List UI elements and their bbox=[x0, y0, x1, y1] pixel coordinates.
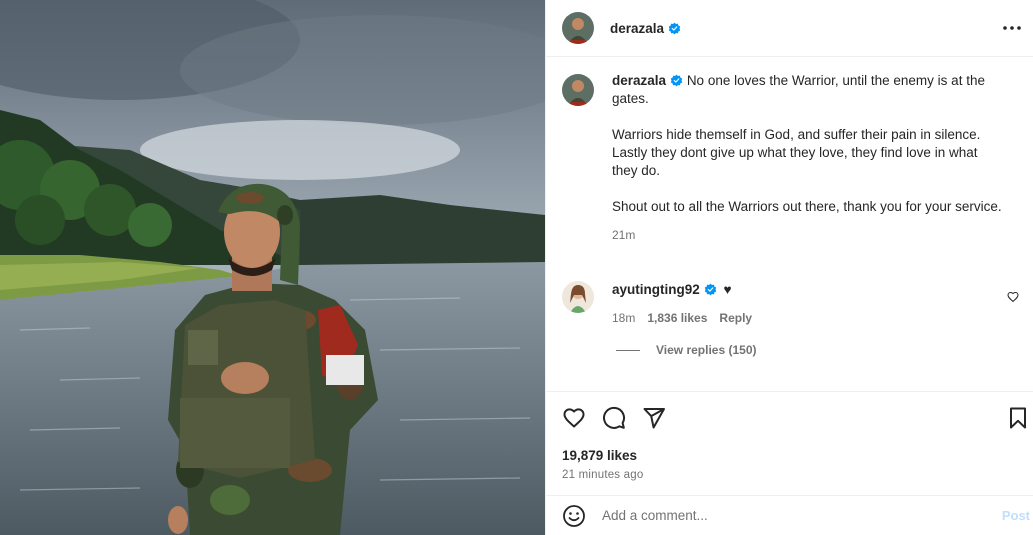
heart-icon[interactable] bbox=[562, 406, 586, 430]
comment-text: ♥ bbox=[723, 282, 732, 297]
caption-timestamp[interactable]: 21m bbox=[612, 226, 1006, 244]
post-header: derazala bbox=[546, 0, 1033, 57]
caption-paragraph-1: derazala No one loves the Warrior, until… bbox=[612, 72, 1006, 108]
caption-author-avatar[interactable] bbox=[562, 74, 594, 106]
caption-line-1: No one loves the Warrior, until the enem… bbox=[612, 73, 985, 106]
caption-author-username[interactable]: derazala bbox=[612, 73, 666, 88]
comment-reply-button[interactable]: Reply bbox=[719, 309, 752, 327]
post-actions-area: 19,879 likes 21 minutes ago bbox=[546, 391, 1033, 495]
caption-text: derazala No one loves the Warrior, until… bbox=[612, 72, 1006, 244]
more-options-icon[interactable] bbox=[1000, 16, 1024, 40]
verified-badge-icon bbox=[670, 74, 683, 87]
view-replies-button[interactable]: View replies (150) bbox=[616, 343, 757, 357]
comment-timestamp[interactable]: 18m bbox=[612, 309, 635, 327]
verified-badge-icon bbox=[668, 22, 681, 34]
verified-badge-icon bbox=[704, 283, 716, 296]
commenter-username[interactable]: ayutingting92 bbox=[612, 282, 700, 297]
author-avatar[interactable] bbox=[562, 12, 594, 44]
caption-paragraph-3: Shout out to all the Warriors out there,… bbox=[612, 199, 1002, 214]
post-image bbox=[0, 0, 545, 535]
comment-icon[interactable] bbox=[602, 406, 626, 430]
view-replies-label: View replies (150) bbox=[656, 343, 757, 357]
caption-paragraph-2: Warriors hide themself in God, and suffe… bbox=[612, 127, 981, 178]
post-photo[interactable] bbox=[0, 0, 545, 535]
comment-likes[interactable]: 1,836 likes bbox=[647, 309, 707, 327]
post-caption: derazala No one loves the Warrior, until… bbox=[562, 72, 1022, 244]
comment-item: ayutingting92 ♥ 18m 1,836 likes Reply bbox=[562, 281, 1022, 327]
emoji-icon[interactable] bbox=[562, 504, 586, 528]
author-username[interactable]: derazala bbox=[610, 21, 664, 36]
bookmark-icon[interactable] bbox=[1006, 406, 1030, 430]
commenter-avatar[interactable] bbox=[562, 281, 594, 313]
share-icon[interactable] bbox=[642, 406, 666, 430]
action-bar bbox=[562, 406, 666, 430]
post-modal: derazala derazala No one loves the Warri… bbox=[0, 0, 1033, 535]
view-replies-divider bbox=[616, 349, 640, 351]
post-side-panel: derazala derazala No one loves the Warri… bbox=[545, 0, 1033, 535]
post-comment-button[interactable]: Post bbox=[1002, 508, 1030, 523]
comment-composer: Post bbox=[546, 495, 1033, 535]
comment-input[interactable] bbox=[602, 508, 962, 523]
post-likes-count[interactable]: 19,879 likes bbox=[562, 448, 637, 463]
post-timestamp[interactable]: 21 minutes ago bbox=[562, 469, 643, 481]
comment-heart-icon[interactable] bbox=[1007, 291, 1019, 303]
